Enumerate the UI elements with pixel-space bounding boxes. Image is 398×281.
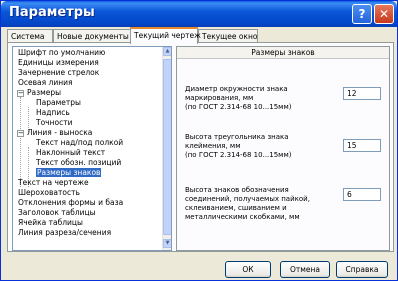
tree-item-table-cell[interactable]: Ячейка таблицы [18,218,83,228]
tree-item-default-font[interactable]: Шрифт по умолчанию [18,48,105,58]
tab-new-documents[interactable]: Новые документы [53,29,131,43]
panel-header: Размеры знаков [177,47,389,59]
tree-item-caption[interactable]: Надпись [36,108,70,118]
tree-item-text-above-below-shelf[interactable]: Текст над/под полкой [36,138,123,148]
tab-content: Шрифт по умолчанию Единицы измерения Зач… [7,42,394,252]
tree-item-inclined-text[interactable]: Наклонный текст [36,148,105,158]
tree-item-roughness[interactable]: Шероховатость [18,188,80,198]
tab-current-window[interactable]: Текущее окно [198,29,258,43]
marking-circle-diameter-label: Диаметр окружности знака маркирования, м… [185,85,292,111]
tree-item-position-text[interactable]: Текст обозн. позиций [36,158,121,168]
tree-item-axis-line[interactable]: Осевая линия [18,78,73,88]
stamp-triangle-height-label: Высота треугольника знака клеймения, мм … [185,133,292,159]
window-title: Параметры [9,5,95,20]
tree-item-form-deviations[interactable]: Отклонения формы и база [18,198,123,208]
stamp-triangle-height-input[interactable]: 15 [343,139,381,152]
tree-item-arrow-fill[interactable]: Зачернение стрелок [18,68,99,78]
tree-item-leader-line[interactable]: Линия - выноска [27,128,92,138]
sign-sizes-panel: Размеры знаков Диаметр окружности знака … [176,46,390,251]
collapse-sizes-icon[interactable]: − [17,90,24,97]
scroll-down-icon[interactable]: ▼ [163,239,171,248]
scroll-up-icon[interactable]: ▲ [163,47,171,56]
parameters-dialog: Параметры ? ✕ Система Новые документы Те… [0,0,398,281]
tree-item-section-line[interactable]: Линия разреза/сечения [18,228,111,238]
help-title-button[interactable]: ? [352,4,372,24]
tree-item-precision[interactable]: Точности [36,118,72,128]
title-bar[interactable]: Параметры ? ✕ [1,1,397,27]
joint-sign-height-label: Высота знаков обозначения соединений, по… [185,186,310,221]
tree-item-drawing-text[interactable]: Текст на чертеже [18,178,89,188]
tree-item-parameters[interactable]: Параметры [36,98,81,108]
tab-system[interactable]: Система [7,29,53,43]
ok-button[interactable]: ОК [225,261,271,278]
marking-circle-diameter-input[interactable]: 12 [343,87,381,100]
tree-scrollbar[interactable]: ▲ ▼ [162,47,171,250]
tab-current-drawing[interactable]: Текущий чертеж [130,27,201,44]
tree-item-units[interactable]: Единицы измерения [18,58,99,68]
close-icon[interactable]: ✕ [374,4,394,24]
collapse-leader-icon[interactable]: − [17,130,24,137]
tree-guide-line [20,97,21,187]
joint-sign-height-input[interactable]: 6 [343,188,381,201]
settings-tree[interactable]: Шрифт по умолчанию Единицы измерения Зач… [12,46,172,251]
help-button[interactable]: Справка [336,261,388,278]
cancel-button[interactable]: Отмена [280,261,330,278]
tree-item-table-header[interactable]: Заголовок таблицы [18,208,96,218]
tree-item-sign-sizes[interactable]: Размеры знаков [36,168,102,178]
scroll-thumb[interactable] [163,59,171,235]
tree-item-sizes[interactable]: Размеры [27,88,61,98]
